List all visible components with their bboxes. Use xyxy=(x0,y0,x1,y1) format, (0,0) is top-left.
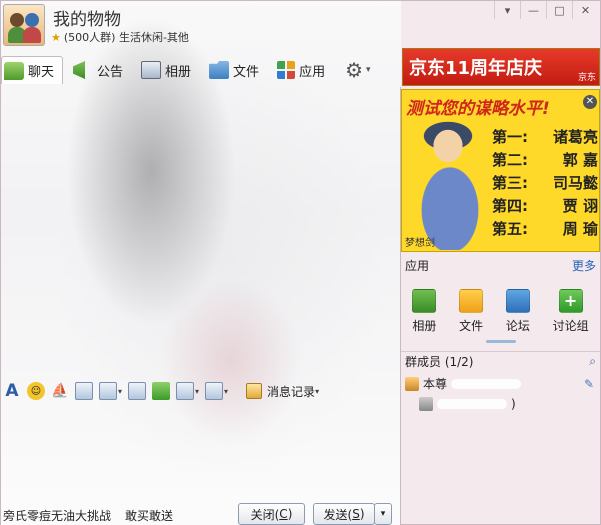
promo-link-1[interactable]: 旁氏零痘无油大挑战 xyxy=(3,507,111,524)
chevron-down-icon: ▾ xyxy=(366,65,371,75)
apps-title: 应用 xyxy=(405,258,430,273)
vote-icon[interactable] xyxy=(205,382,224,400)
member-item[interactable]: 本尊 xyxy=(405,375,522,392)
apps-page-indicator[interactable] xyxy=(486,340,516,343)
app-album[interactable]: 相册 xyxy=(412,289,436,334)
tab-bar: 聊天 公告 相册 文件 应用 ⚙ ▾ xyxy=(1,55,371,85)
close-icon[interactable]: ✕ xyxy=(583,95,597,109)
ad-banner-text: 京东11周年店庆 xyxy=(409,58,543,79)
member-item[interactable]: ) xyxy=(419,397,516,411)
close-button[interactable]: 关闭(C) xyxy=(238,503,305,525)
send-button[interactable]: 发送(S) xyxy=(313,503,375,525)
edit-icon[interactable]: ✎ xyxy=(584,377,594,391)
apps-grid: 相册 文件 论坛 + 讨论组 xyxy=(401,289,600,334)
group-name[interactable]: 我的物物 xyxy=(53,5,121,30)
chat-icon xyxy=(4,61,24,80)
group-avatar[interactable] xyxy=(3,4,45,46)
menu-button[interactable]: ▾ xyxy=(494,1,520,19)
send-options-button[interactable]: ▾ xyxy=(374,503,392,525)
message-history-button[interactable]: 消息记录 ▾ xyxy=(246,383,319,400)
apps-more-link[interactable]: 更多 xyxy=(572,257,596,274)
ad-character-illustration xyxy=(404,120,494,250)
chat-header: 我的物物 ★ (500人群) 生活休闲-其他 xyxy=(1,1,401,51)
chevron-down-icon[interactable]: ▾ xyxy=(118,387,122,396)
chevron-down-icon[interactable]: ▾ xyxy=(224,387,228,396)
album-icon xyxy=(141,61,162,79)
notice-icon xyxy=(73,61,86,79)
redacted-name xyxy=(437,399,507,409)
folder-icon xyxy=(459,289,484,313)
close-window-button[interactable]: ✕ xyxy=(572,1,598,19)
app-file[interactable]: 文件 xyxy=(459,289,483,334)
input-toolbar: A ☺ ⛵ ▾ ▾ ▾ 消息记录 ▾ xyxy=(1,378,400,404)
tab-chat-label: 聊天 xyxy=(28,65,55,80)
maximize-button[interactable]: □ xyxy=(546,1,572,19)
file-icon xyxy=(209,61,230,79)
image-icon[interactable] xyxy=(99,382,117,400)
tab-file[interactable]: 文件 xyxy=(207,56,267,84)
tab-app[interactable]: 应用 xyxy=(275,56,333,84)
ad-stamp: 梦想剑 xyxy=(405,238,435,249)
group-info-text: (500人群) 生活休闲-其他 xyxy=(63,31,189,44)
ad-row: 第五: 周 瑜 xyxy=(492,220,598,238)
gear-icon: ⚙ xyxy=(345,58,364,82)
group-chat-window: 我的物物 ★ (500人群) 生活休闲-其他 ▾ — □ ✕ 聊天 公告 相册 … xyxy=(0,0,601,525)
game-ad[interactable]: 测试您的谋略水平! ✕ 第一: 诸葛亮 第二: 郭 嘉 第三: 司马懿 第四: 贾 诩 … xyxy=(401,89,600,252)
ad-headline: 测试您的谋略水平! xyxy=(406,99,550,119)
avatar xyxy=(405,376,419,391)
ad-banner-brand: 京东 xyxy=(577,73,596,83)
app-forum[interactable]: 论坛 xyxy=(505,289,530,334)
music-icon[interactable] xyxy=(152,382,171,400)
ad-row: 第一: 诸葛亮 xyxy=(492,128,598,146)
note-icon[interactable] xyxy=(75,382,93,400)
screenshot-icon[interactable] xyxy=(176,382,195,400)
app-icon xyxy=(277,61,296,79)
plus-icon: + xyxy=(558,289,583,313)
tab-notice-label: 公告 xyxy=(97,64,124,80)
shake-icon[interactable]: ⛵ xyxy=(51,382,69,400)
search-icon[interactable]: ⌕ xyxy=(589,354,596,369)
history-icon xyxy=(246,383,263,399)
ad-row: 第四: 贾 诩 xyxy=(492,197,598,215)
tab-chat[interactable]: 聊天 xyxy=(1,56,64,84)
members-title: 群成员 (1/2) xyxy=(405,355,474,369)
ad-row: 第三: 司马懿 xyxy=(492,174,598,192)
tab-album-label: 相册 xyxy=(165,64,192,80)
chevron-down-icon[interactable]: ▾ xyxy=(195,387,199,396)
app-discussion[interactable]: + 讨论组 xyxy=(553,289,589,334)
promo-link-2[interactable]: 敢买敢送 xyxy=(125,507,173,524)
ad-row: 第二: 郭 嘉 xyxy=(492,151,598,169)
settings-button[interactable]: ⚙ ▾ xyxy=(345,58,370,82)
tab-file-label: 文件 xyxy=(233,64,260,80)
tab-app-label: 应用 xyxy=(299,64,326,80)
album-icon xyxy=(412,289,437,313)
window-controls: ▾ — □ ✕ xyxy=(494,1,598,19)
redacted-name xyxy=(451,378,522,389)
document-icon[interactable] xyxy=(128,382,147,400)
group-info: ★ (500人群) 生活休闲-其他 xyxy=(51,29,189,45)
members-header: 群成员 (1/2) ⌕ xyxy=(401,351,600,371)
star-icon: ★ xyxy=(51,30,61,44)
avatar xyxy=(419,397,433,411)
forum-icon xyxy=(505,289,530,313)
font-icon[interactable]: A xyxy=(3,381,21,401)
chevron-down-icon: ▾ xyxy=(315,386,320,396)
emoji-icon[interactable]: ☺ xyxy=(27,382,45,400)
ad-ranking-list: 第一: 诸葛亮 第二: 郭 嘉 第三: 司马懿 第四: 贾 诩 第五: 周 瑜 xyxy=(492,126,598,241)
tab-notice[interactable]: 公告 xyxy=(71,56,131,84)
chevron-down-icon: ▾ xyxy=(380,509,386,519)
apps-header: 应用 更多 xyxy=(401,255,600,275)
minimize-button[interactable]: — xyxy=(520,1,546,19)
jd-ad-banner[interactable]: 京东11周年店庆 京东 xyxy=(402,48,600,86)
tab-album[interactable]: 相册 xyxy=(139,56,199,84)
